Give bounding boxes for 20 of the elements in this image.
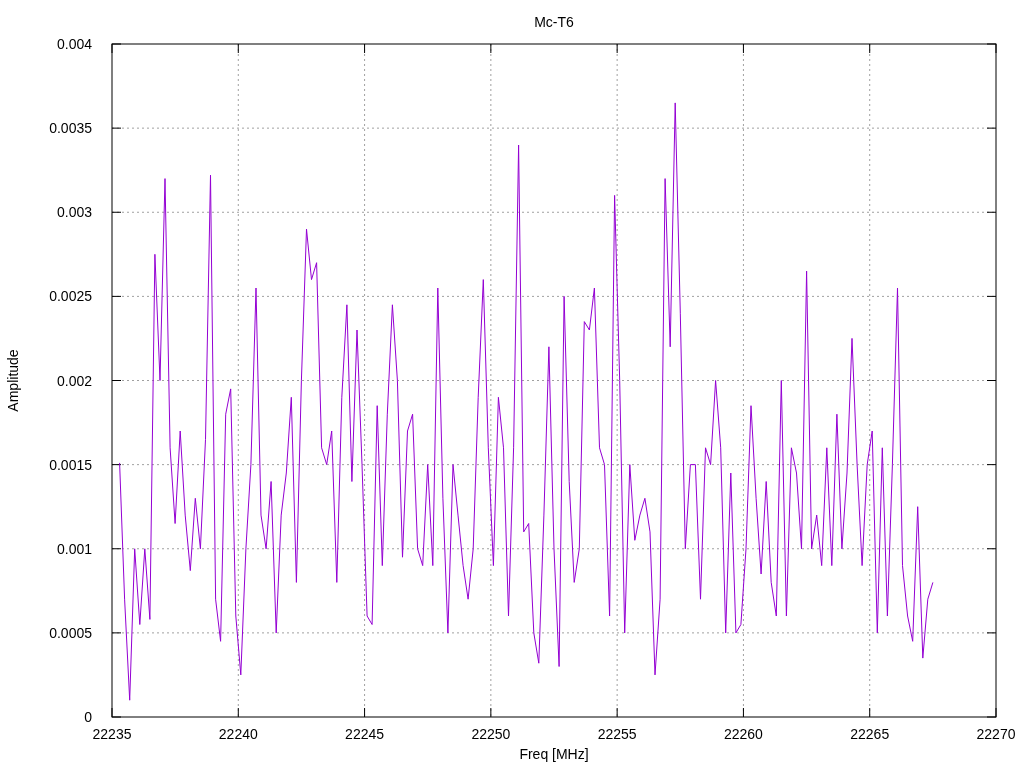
y-tick-label: 0 — [84, 709, 92, 725]
y-tick-label: 0.0025 — [49, 288, 92, 305]
y-tick-label: 0.0005 — [49, 624, 92, 641]
y-tick-label: 0.001 — [56, 540, 92, 557]
x-tick-label: 22270 — [976, 726, 1016, 742]
x-tick-label: 22245 — [345, 726, 385, 742]
x-tick-label: 22255 — [597, 726, 637, 742]
x-tick-label: 22235 — [92, 726, 132, 742]
y-axis-title: Amplitude — [5, 349, 21, 412]
x-axis-title: Freq [MHz] — [519, 746, 589, 762]
y-tick-label: 0.003 — [56, 204, 92, 221]
y-tick-label: 0.004 — [56, 36, 92, 52]
x-tick-label: 22240 — [218, 726, 258, 742]
x-tick-label: 22265 — [850, 726, 890, 742]
y-tick-label: 0.002 — [56, 372, 92, 389]
chart-title: Mc-T6 — [534, 14, 574, 30]
x-tick-label: 22250 — [471, 726, 511, 742]
x-tick-label: 22260 — [723, 726, 763, 742]
y-tick-label: 0.0015 — [49, 456, 92, 473]
y-tick-label: 0.0035 — [49, 120, 92, 137]
